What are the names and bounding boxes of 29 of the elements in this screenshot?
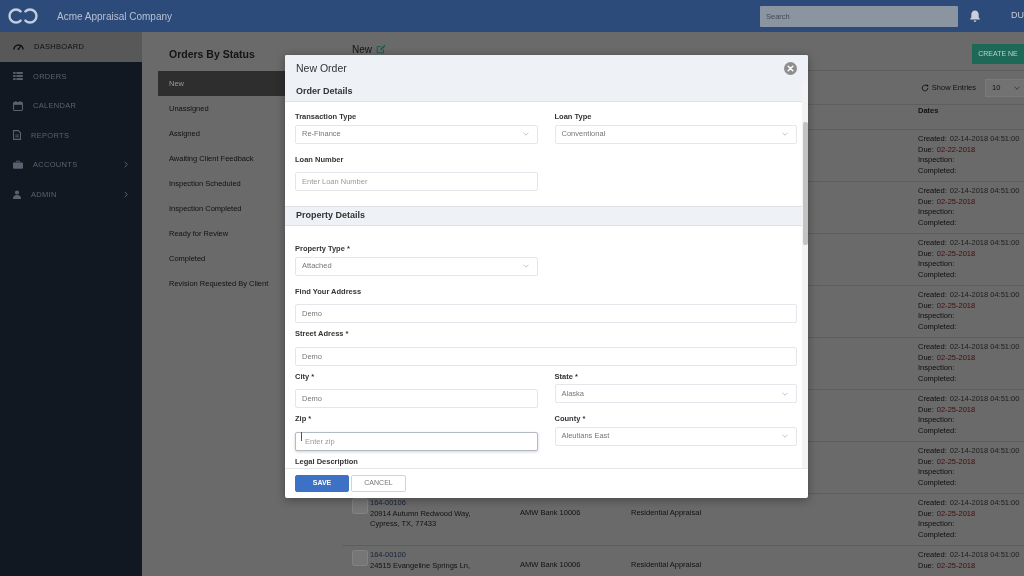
section-header: Property Details	[285, 206, 802, 226]
chevron-down-icon	[522, 132, 529, 136]
logo-icon[interactable]	[8, 6, 38, 26]
row-checkbox[interactable]	[352, 498, 368, 514]
scrollbar-track[interactable]	[802, 82, 808, 468]
calendar-icon	[13, 100, 23, 111]
gauge-icon	[13, 43, 24, 50]
edit-icon[interactable]	[376, 44, 386, 54]
document-icon	[13, 130, 21, 141]
panel-title: Orders By Status	[168, 47, 256, 63]
chevron-down-icon	[782, 132, 788, 136]
refresh-icon[interactable]	[920, 83, 929, 92]
user-name[interactable]: DU	[1011, 9, 1024, 23]
chevron-down-icon	[522, 264, 529, 268]
briefcase-icon	[13, 160, 23, 170]
list-icon	[13, 72, 23, 81]
page-heading: New	[352, 44, 372, 55]
chevron-down-icon	[782, 391, 788, 396]
modal-title: New Order	[296, 60, 347, 76]
chevron-down-icon	[1014, 85, 1020, 90]
app-title: Acme Appraisal Company	[57, 9, 173, 24]
scrollbar-thumb[interactable]	[802, 122, 808, 245]
close-icon[interactable]	[784, 62, 797, 75]
chevron-down-icon	[782, 434, 788, 438]
section-header: Order Details	[285, 82, 802, 102]
notification-bell-icon[interactable]	[969, 9, 981, 23]
user-icon	[13, 189, 21, 199]
text-cursor-icon	[301, 431, 302, 441]
row-checkbox[interactable]	[352, 550, 368, 566]
